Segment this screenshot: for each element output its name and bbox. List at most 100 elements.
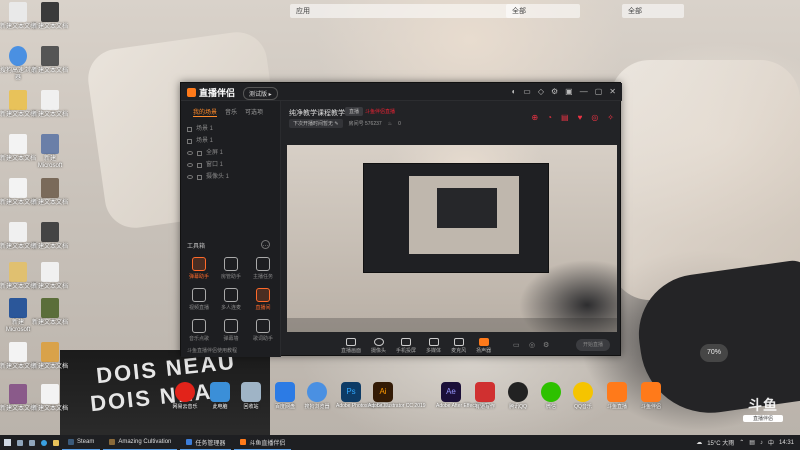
desktop-icon[interactable]: 新建文本文档 [32,2,68,31]
scene-item[interactable]: 摄像头 1 [187,171,274,183]
room-title[interactable]: 纯净教学课程教学 [289,108,345,118]
list-icon[interactable]: ▤ [561,113,569,122]
tool-danmu-wall[interactable]: 弹幕墙 [215,319,247,342]
explorer-icon[interactable] [50,435,62,450]
room-tag[interactable]: 直播 [345,107,364,116]
desktop-icon[interactable]: 新建文本文档 [0,90,36,119]
tab-options[interactable]: 可选项 [245,107,263,117]
dock-item[interactable]: 斗鱼伴侣 [636,382,666,410]
desktop-icon[interactable]: 新建文本文档 [32,342,68,371]
gear-icon[interactable]: ⚙ [551,87,558,96]
scene-item[interactable]: 场景 1 [187,123,274,135]
desktop-icon[interactable]: 新建文本文档 [0,342,36,371]
dock-item[interactable]: 此电脑 [205,382,235,410]
heart-icon[interactable]: ♥ [578,113,583,122]
edge-icon[interactable] [38,435,50,450]
screen-capture-button[interactable]: 直播画面 [341,338,361,354]
tab-music[interactable]: 音乐 [225,107,237,117]
eye-icon[interactable] [187,163,193,167]
desktop-icon[interactable]: 新建文本文档 [32,46,68,75]
desktop-icon[interactable]: 新建文本文档 [32,90,68,119]
schedule-button[interactable]: 下次开播时间暂无 ✎ [289,119,343,128]
tool-video-live[interactable]: 视频直播 [183,288,215,311]
settings-icon[interactable]: ⚙ [543,341,549,349]
media-button[interactable]: 多媒体 [426,338,441,354]
tool-multi-mic[interactable]: 多人连麦 [215,288,247,311]
dock-item[interactable]: 腾讯QQ [503,382,533,410]
desktop-icon[interactable]: 新建Microsoft [32,134,68,170]
dock-item[interactable]: 微信 [536,382,566,410]
checkbox-icon[interactable] [197,150,202,156]
task-view-icon[interactable] [26,435,38,450]
target-icon[interactable]: ◎ [591,113,598,122]
minimize-icon[interactable]: — [580,87,588,96]
camera-button[interactable]: 摄像头 [371,338,386,354]
taskbar-app-steam[interactable]: Steam [62,435,101,450]
dock-item[interactable]: 网易云音乐 [170,382,200,410]
phone-cast-button[interactable]: 手机投屏 [396,338,416,354]
start-button[interactable] [0,435,14,450]
maximize-icon[interactable]: ▢ [595,87,603,96]
checkbox-icon[interactable] [187,138,192,144]
sparkle-icon[interactable]: ✧ [607,113,614,122]
weather-text[interactable]: 15°C 大雨 [707,438,734,447]
tray-arrow-icon[interactable]: ⌃ [739,439,744,446]
taskbar-app-game[interactable]: Amazing Cultivation [103,435,178,450]
desktop-icon[interactable]: 新建文本文档 [0,2,36,31]
add-icon[interactable]: ⊕ [531,113,538,122]
dock-item[interactable]: 百度网盘 [270,382,300,410]
screen-icon[interactable]: ▭ [523,87,531,96]
dock-item[interactable]: 搜狗浏览器 [302,382,332,410]
close-icon[interactable]: ✕ [609,87,616,96]
scene-item[interactable]: 窗口 1 [187,159,274,171]
dock-item[interactable]: Ai Adobe Illustrator CC 2019 [368,382,426,409]
tutorial-link[interactable]: 斗鱼直播伴侣使用教程 [187,347,237,354]
dock-item[interactable]: 有道写作 [470,382,500,410]
desktop-icon[interactable]: 新建文本文档 [0,178,36,207]
checkbox-icon[interactable] [197,174,202,180]
avatar-icon[interactable]: ◐ [511,87,516,96]
desktop-icon[interactable]: 新建文本文档 [32,262,68,291]
tool-live-room[interactable]: 直播间 [247,288,279,311]
eye-icon[interactable] [187,175,193,179]
desktop-icon[interactable]: 新建文本文档 [32,178,68,207]
tool-danmu[interactable]: 弹幕助手 [183,257,215,280]
dock-item[interactable]: QQ音乐 [568,382,598,410]
input-language[interactable]: 中 [768,438,774,447]
desktop-icon[interactable]: 新建文本文档 [32,298,68,327]
dock-item[interactable]: Ps Adobe Photoshop CC 2 [336,382,389,409]
desktop-icon[interactable]: 搜狗高速浏览器 [0,46,36,82]
desktop-icon[interactable]: 新建文本文档 [0,384,36,413]
clock[interactable]: 14:31 [779,440,794,446]
desktop-icon[interactable]: 新建文本文档 [0,134,36,163]
tool-lyrics[interactable]: 歌词助手 [247,319,279,342]
pause-icon[interactable]: ◎ [529,341,535,349]
tool-room-admin[interactable]: 房管助手 [215,257,247,280]
start-live-button[interactable]: 开始直播 [576,339,610,351]
checkbox-icon[interactable] [187,126,192,132]
scene-item[interactable]: 场景 1 [187,135,274,147]
desktop-icon[interactable]: 新建Microsoft [0,298,36,334]
dock-item[interactable]: 回收站 [236,382,266,410]
desktop-icon[interactable]: 新建文本文档 [0,222,36,251]
desktop-icon[interactable]: 新建文本文档 [0,262,36,291]
speaker-button[interactable]: 扬声器 [476,338,491,354]
desktop-icon[interactable]: 新建文本文档 [32,384,68,413]
checkbox-icon[interactable] [197,162,202,168]
volume-icon[interactable]: ♪ [760,440,763,446]
desktop-icon[interactable]: 新建文本文档 [32,222,68,251]
record-icon[interactable]: ▭ [513,341,520,349]
taskbar-app-task-manager[interactable]: 任务管理器 [180,435,232,450]
toolbox-more-icon[interactable]: … [261,240,270,249]
eye-icon[interactable] [187,151,193,155]
scene-item[interactable]: 全屏 1 [187,147,274,159]
weather-icon[interactable]: ☁ [696,439,702,446]
network-icon[interactable]: ▤ [749,439,755,446]
tool-tasks[interactable]: 主播任务 [247,257,279,280]
tool-music[interactable]: 音乐点歌 [183,319,215,342]
stream-preview[interactable] [287,145,617,332]
search-icon[interactable] [14,435,26,450]
tab-scenes[interactable]: 我的场景 [193,107,218,117]
live-companion-window[interactable]: 直播伴侣 测试版 ▸ ◐ ▭ ◇ ⚙ ▣ — ▢ ✕ 我的场景 音乐 可选项 场… [180,82,622,357]
dock-item[interactable]: Ae Adobe After Effects CC [436,382,487,409]
